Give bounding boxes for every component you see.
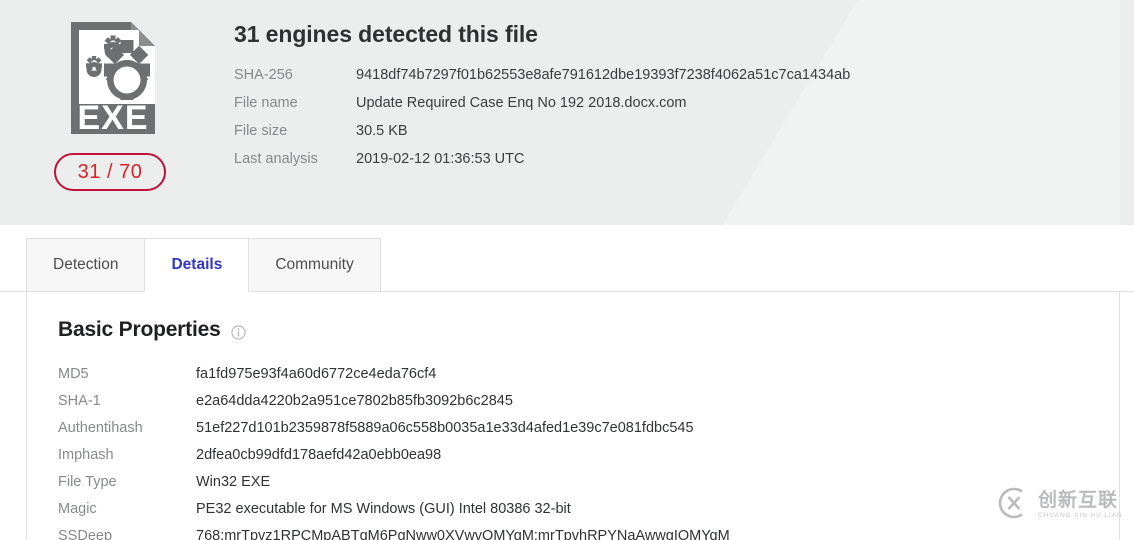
property-label: SSDeep bbox=[58, 528, 113, 540]
property-value-ssdeep: 768:mrTpvz1RPCMpABTqM6PgNww0XVwvOMYqM:mr… bbox=[196, 528, 730, 540]
file-meta-label: File name bbox=[234, 95, 298, 111]
detection-ratio-text: 31 / 70 bbox=[77, 160, 143, 183]
property-row: SSDeep 768:mrTpvz1RPCMpABTqM6PgNww0XVwvO… bbox=[58, 528, 1098, 540]
header-right-strip bbox=[1120, 0, 1134, 225]
content-panel-left-border bbox=[26, 292, 27, 540]
file-meta-label: Last analysis bbox=[234, 151, 318, 167]
property-label: SHA-1 bbox=[58, 393, 101, 409]
property-row: Imphash 2dfea0cb99dfd178aefd42a0ebb0ea98 bbox=[58, 447, 1098, 474]
svg-text:EXE: EXE bbox=[77, 99, 148, 136]
property-label: MD5 bbox=[58, 366, 89, 382]
cx-logo-icon bbox=[997, 486, 1031, 525]
tab-detection-label: Detection bbox=[53, 256, 119, 273]
file-meta-row: SHA-256 9418df74b7297f01b62553e8afe79161… bbox=[234, 67, 850, 95]
property-label: File Type bbox=[58, 474, 117, 490]
property-value-authentihash: 51ef227d101b2359878f5889a06c558b0035a1e3… bbox=[196, 420, 694, 436]
file-meta-value-filesize: 30.5 KB bbox=[356, 123, 408, 139]
site-watermark: 创新互联 CHUANG XIN HU LIAN bbox=[997, 481, 1127, 529]
detection-ratio-badge: 31 / 70 bbox=[54, 153, 166, 191]
property-value-md5: fa1fd975e93f4a60d6772ce4eda76cf4 bbox=[196, 366, 437, 382]
watermark-text: 创新互联 CHUANG XIN HU LIAN bbox=[1038, 490, 1122, 520]
property-value-magic: PE32 executable for MS Windows (GUI) Int… bbox=[196, 501, 571, 517]
watermark-en: CHUANG XIN HU LIAN bbox=[1038, 512, 1123, 519]
property-label: Imphash bbox=[58, 447, 114, 463]
property-value-imphash: 2dfea0cb99dfd178aefd42a0ebb0ea98 bbox=[196, 447, 442, 463]
info-circle-icon[interactable] bbox=[230, 324, 246, 340]
basic-properties-header: Basic Properties bbox=[58, 318, 246, 342]
file-meta-row: Last analysis 2019-02-12 01:36:53 UTC bbox=[234, 151, 850, 179]
exe-file-icon: EXE bbox=[63, 20, 163, 136]
file-meta-row: File name Update Required Case Enq No 19… bbox=[234, 95, 850, 123]
property-label: Magic bbox=[58, 501, 97, 517]
watermark-cn: 创新互联 bbox=[1038, 489, 1119, 511]
file-meta-value-last-analysis: 2019-02-12 01:36:53 UTC bbox=[356, 151, 525, 167]
property-row: SHA-1 e2a64dda4220b2a951ce7802b85fb3092b… bbox=[58, 393, 1098, 420]
property-row: File Type Win32 EXE bbox=[58, 474, 1098, 501]
file-meta-list: SHA-256 9418df74b7297f01b62553e8afe79161… bbox=[234, 67, 850, 179]
file-meta-value-filename: Update Required Case Enq No 192 2018.doc… bbox=[356, 95, 687, 111]
tab-details[interactable]: Details bbox=[144, 238, 250, 292]
virustotal-file-report-page: EXE 31 / 70 31 engines detected this fil… bbox=[0, 0, 1134, 540]
tab-details-label: Details bbox=[171, 256, 223, 273]
property-row: Magic PE32 executable for MS Windows (GU… bbox=[58, 501, 1098, 528]
property-value-sha1: e2a64dda4220b2a951ce7802b85fb3092b6c2845 bbox=[196, 393, 513, 409]
property-row: Authentihash 51ef227d101b2359878f5889a06… bbox=[58, 420, 1098, 447]
property-label: Authentihash bbox=[58, 420, 143, 436]
property-row: MD5 fa1fd975e93f4a60d6772ce4eda76cf4 bbox=[58, 366, 1098, 393]
tab-community[interactable]: Community bbox=[248, 238, 381, 292]
file-meta-row: File size 30.5 KB bbox=[234, 123, 850, 151]
file-meta-value-sha256: 9418df74b7297f01b62553e8afe791612dbe1939… bbox=[356, 67, 851, 83]
tab-community-label: Community bbox=[275, 256, 354, 273]
page-title: 31 engines detected this file bbox=[234, 21, 538, 47]
file-meta-label: File size bbox=[234, 123, 288, 139]
basic-properties-list: MD5 fa1fd975e93f4a60d6772ce4eda76cf4 SHA… bbox=[58, 366, 1098, 540]
report-tabs: Detection Details Community bbox=[26, 238, 381, 292]
section-title: Basic Properties bbox=[58, 318, 221, 341]
property-value-file-type: Win32 EXE bbox=[196, 474, 271, 490]
tab-detection[interactable]: Detection bbox=[26, 238, 146, 292]
file-meta-label: SHA-256 bbox=[234, 67, 293, 83]
